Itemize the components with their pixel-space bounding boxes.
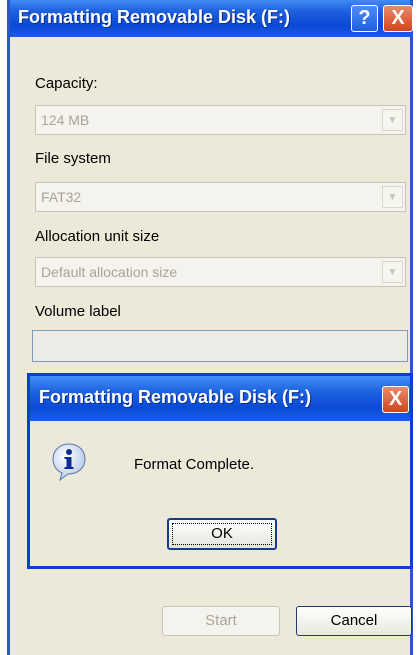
chevron-down-icon[interactable]: ▼ bbox=[382, 261, 403, 283]
capacity-label: Capacity: bbox=[35, 75, 98, 92]
allocation-dropdown[interactable]: Default allocation size ▼ bbox=[35, 257, 406, 287]
dialog-title: Formatting Removable Disk (F:) bbox=[39, 387, 312, 407]
format-complete-dialog: Formatting Removable Disk (F:) X Format … bbox=[27, 373, 413, 569]
close-button[interactable]: X bbox=[383, 5, 413, 32]
volume-label-input[interactable] bbox=[32, 330, 408, 362]
information-icon bbox=[52, 443, 86, 482]
capacity-value: 124 MB bbox=[41, 112, 90, 128]
dialog-message: Format Complete. bbox=[134, 456, 255, 473]
allocation-value: Default allocation size bbox=[41, 264, 178, 280]
help-button[interactable]: ? bbox=[351, 5, 378, 32]
chevron-down-icon[interactable]: ▼ bbox=[382, 186, 403, 208]
file-system-dropdown[interactable]: FAT32 ▼ bbox=[35, 182, 406, 212]
volume-label: Volume label bbox=[35, 303, 121, 320]
cancel-button[interactable]: Cancel bbox=[296, 606, 412, 636]
dialog-close-button[interactable]: X bbox=[382, 386, 409, 413]
ok-button[interactable]: OK bbox=[167, 518, 277, 550]
allocation-label: Allocation unit size bbox=[35, 228, 160, 245]
chevron-down-icon[interactable]: ▼ bbox=[382, 109, 403, 131]
dialog-title-bar: Formatting Removable Disk (F:) X bbox=[30, 376, 410, 421]
title-bar: Formatting Removable Disk (F:) ? X bbox=[10, 0, 413, 37]
window-title: Formatting Removable Disk (F:) bbox=[18, 7, 291, 27]
start-button[interactable]: Start bbox=[162, 606, 280, 636]
capacity-dropdown[interactable]: 124 MB ▼ bbox=[35, 105, 406, 135]
file-system-label: File system bbox=[35, 150, 111, 167]
file-system-value: FAT32 bbox=[41, 189, 82, 205]
